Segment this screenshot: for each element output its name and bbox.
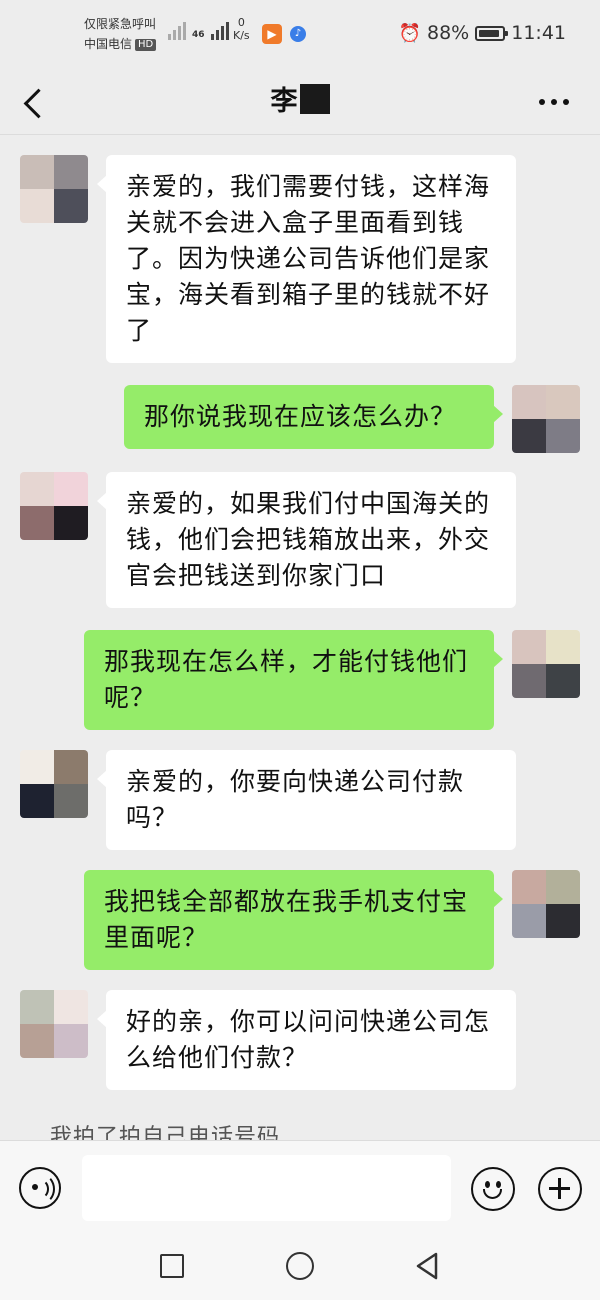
more-dots-icon bbox=[563, 99, 569, 105]
emergency-call-text: 仅限紧急呼叫 bbox=[84, 17, 157, 31]
speed-unit: K/s bbox=[233, 29, 250, 42]
message-bubble-incoming[interactable]: 好的亲，你可以问问快递公司怎么给他们付款？ bbox=[97, 990, 516, 1090]
redaction-mask bbox=[299, 84, 330, 114]
voice-button[interactable] bbox=[19, 1167, 61, 1209]
system-nav-bar bbox=[0, 1235, 600, 1300]
signal-icon: 46 bbox=[168, 20, 229, 40]
back-icon[interactable] bbox=[414, 1251, 440, 1281]
partial-message-text: 我拍了拍自己电话号码 bbox=[50, 1125, 281, 1140]
message-bubble-outgoing[interactable]: 我把钱全部都放在我手机支付宝里面呢？ bbox=[84, 870, 503, 970]
status-bar: 仅限紧急呼叫 中国电信 HD 46 0 K/s ▶ ♪ ⏰ 88% 11:41 bbox=[0, 0, 600, 70]
message-list[interactable]: 亲爱的，我们需要付钱，这样海关就不会进入盒子里面看到钱了。因为快递公司告诉他们是… bbox=[0, 135, 600, 1140]
battery-level bbox=[479, 29, 499, 37]
message-text: 亲爱的，如果我们付中国海关的钱，他们会把钱箱放出来，外交官会把钱送到你家门口 bbox=[126, 489, 491, 590]
message-bubble-incoming[interactable]: 亲爱的，我们需要付钱，这样海关就不会进入盒子里面看到钱了。因为快递公司告诉他们是… bbox=[97, 155, 516, 363]
recent-apps-icon[interactable] bbox=[160, 1254, 184, 1278]
sim2-signal-icon bbox=[210, 20, 229, 40]
message-input[interactable] bbox=[82, 1155, 451, 1221]
contact-name: 李 bbox=[270, 86, 298, 117]
carrier-info: 仅限紧急呼叫 中国电信 HD bbox=[84, 14, 157, 54]
message-bubble-outgoing[interactable]: 那你说我现在应该怎么办？ bbox=[124, 385, 503, 449]
network-speed: 0 K/s bbox=[233, 16, 250, 42]
message-bubble-incoming[interactable]: 亲爱的，如果我们付中国海关的钱，他们会把钱箱放出来，外交官会把钱送到你家门口 bbox=[97, 472, 516, 608]
carrier-name: 中国电信 HD bbox=[84, 34, 157, 54]
home-icon[interactable] bbox=[286, 1252, 314, 1280]
status-right: ⏰ 88% 11:41 bbox=[399, 22, 566, 44]
battery-icon bbox=[475, 25, 509, 41]
more-functions-button[interactable] bbox=[538, 1167, 582, 1211]
message-text: 那我现在怎么样，才能付钱他们呢？ bbox=[104, 647, 469, 712]
alarm-icon: ⏰ bbox=[398, 22, 421, 44]
contact-avatar[interactable] bbox=[20, 472, 88, 540]
message-text: 那你说我现在应该怎么办？ bbox=[144, 402, 457, 431]
message-text: 我把钱全部都放在我手机支付宝里面呢？ bbox=[104, 887, 469, 952]
contact-avatar[interactable] bbox=[20, 750, 88, 818]
message-text: 亲爱的，我们需要付钱，这样海关就不会进入盒子里面看到钱了。因为快递公司告诉他们是… bbox=[126, 172, 491, 345]
emoji-button[interactable] bbox=[471, 1167, 515, 1211]
input-bar bbox=[0, 1140, 600, 1236]
message-bubble-incoming[interactable]: 亲爱的，你要向快递公司付款吗？ bbox=[97, 750, 516, 850]
video-app-icon: ▶ bbox=[262, 24, 282, 44]
more-dots-icon bbox=[539, 99, 545, 105]
my-avatar[interactable] bbox=[512, 630, 580, 698]
my-avatar[interactable] bbox=[512, 870, 580, 938]
music-app-icon: ♪ bbox=[290, 26, 306, 42]
battery-percent: 88% bbox=[427, 22, 470, 44]
speed-value: 0 bbox=[237, 16, 245, 29]
contact-avatar[interactable] bbox=[20, 155, 88, 223]
more-options-button[interactable] bbox=[534, 86, 574, 118]
network-type: 46 bbox=[192, 30, 205, 40]
chat-title: 李 bbox=[0, 82, 600, 122]
chat-header: 李 bbox=[0, 70, 600, 135]
message-bubble-outgoing[interactable]: 那我现在怎么样，才能付钱他们呢？ bbox=[84, 630, 503, 730]
sim1-signal-icon bbox=[168, 20, 186, 40]
carrier-label: 中国电信 bbox=[84, 37, 133, 51]
message-text: 亲爱的，你要向快递公司付款吗？ bbox=[126, 767, 465, 832]
hd-badge: HD bbox=[135, 39, 157, 51]
my-avatar[interactable] bbox=[512, 385, 580, 453]
more-dots-icon bbox=[551, 99, 557, 105]
message-text: 好的亲，你可以问问快递公司怎么给他们付款？ bbox=[126, 1007, 491, 1072]
contact-avatar[interactable] bbox=[20, 990, 88, 1058]
clock-time: 11:41 bbox=[511, 22, 566, 44]
